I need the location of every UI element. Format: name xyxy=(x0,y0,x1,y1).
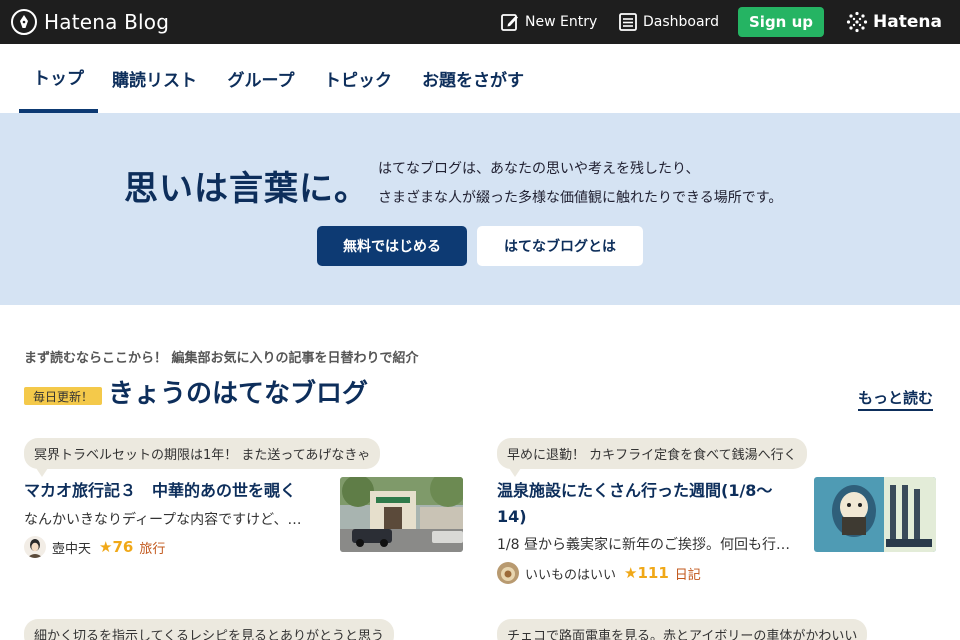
tab-subscriptions[interactable]: 購読リスト xyxy=(103,44,206,113)
editor-comment-bubble: 冥界トラベルセットの期限は1年！ また送ってあげなきゃ xyxy=(24,438,381,477)
hatena-dots-icon xyxy=(846,11,868,33)
edit-icon xyxy=(501,14,518,31)
category-label[interactable]: 日記 xyxy=(675,564,701,583)
section-subtitle: まず読むならここから！ 編集部お気に入りの記事を日替わりで紹介 xyxy=(24,351,419,366)
hero-banner: 思いは言葉に。 はてなブログは、あなたの思いや考えを残したり、 さまざまな人が綴… xyxy=(0,113,960,305)
author-avatar[interactable] xyxy=(497,562,519,584)
author-avatar[interactable] xyxy=(24,536,46,558)
article-title[interactable]: マカオ旅行記３ 中華的あの世を覗く xyxy=(24,478,324,504)
section-title: きょうのはてなブログ xyxy=(108,379,369,409)
editor-comment-bubble: 早めに退勤！ カキフライ定食を食べて銭湯へ行く xyxy=(497,438,807,477)
article-excerpt: 1/8 昼から義実家に新年のご挨拶。何回も行… xyxy=(497,537,790,553)
author-name[interactable]: 壺中天 xyxy=(52,538,91,557)
dashboard-icon xyxy=(619,13,637,31)
about-hatena-blog-button[interactable]: はてなブログとは xyxy=(477,226,643,266)
dashboard-link[interactable]: Dashboard xyxy=(618,10,719,34)
article-meta: 壺中天 ★76 旅行 xyxy=(24,535,165,559)
hatena-brand-label: Hatena xyxy=(873,12,942,32)
article-title[interactable]: 温泉施設にたくさん行った週間(1/8〜14) xyxy=(497,478,797,530)
hero-description-line: はてなブログは、あなたの思いや考えを残したり、 xyxy=(378,161,700,177)
start-free-button[interactable]: 無料ではじめる xyxy=(317,226,467,266)
hero-headline: 思いは言葉に。 xyxy=(124,169,369,209)
hero-description: はてなブログは、あなたの思いや考えを残したり、 さまざまな人が綴った多様な価値観… xyxy=(378,155,782,213)
hero-description-line: さまざまな人が綴った多様な価値観に触れたりできる場所です。 xyxy=(378,190,783,206)
article-thumbnail[interactable] xyxy=(814,477,936,552)
logo-text: Hatena Blog xyxy=(44,10,170,34)
dashboard-label: Dashboard xyxy=(643,14,719,30)
top-bar: Hatena Blog New Entry Dashboard Sign up … xyxy=(0,0,960,44)
article-thumbnail[interactable] xyxy=(340,477,463,552)
category-label[interactable]: 旅行 xyxy=(139,538,165,557)
nav-tabs: トップ 購読リスト グループ トピック お題をさがす xyxy=(0,44,960,113)
tab-find-themes[interactable]: お題をさがす xyxy=(412,44,534,113)
new-entry-label: New Entry xyxy=(525,14,598,30)
read-more-link[interactable]: もっと読む xyxy=(858,387,934,411)
pen-nib-icon xyxy=(11,9,37,35)
star-count: ★76 xyxy=(99,538,134,556)
article-meta: いいものはいい ★111 日記 xyxy=(497,561,701,585)
author-name[interactable]: いいものはいい xyxy=(525,564,616,583)
editor-comment-bubble: 細かく切るを指示してくるレシピを見るとありがとうと思う xyxy=(24,619,394,640)
tab-topics[interactable]: トピック xyxy=(316,44,400,113)
new-entry-link[interactable]: New Entry xyxy=(500,10,597,34)
star-count: ★111 xyxy=(624,564,669,582)
tab-top[interactable]: トップ xyxy=(19,44,98,113)
editor-comment-bubble: チェコで路面電車を見る。赤とアイボリーの車体がかわいい xyxy=(497,619,868,640)
hatena-brand-link[interactable]: Hatena xyxy=(846,10,942,34)
article-excerpt: なんかいきなりディープな内容ですけど、… xyxy=(24,512,302,528)
hatena-blog-logo[interactable]: Hatena Blog xyxy=(11,8,169,36)
daily-update-badge: 毎日更新！ xyxy=(24,387,102,405)
signup-button[interactable]: Sign up xyxy=(738,7,824,37)
tab-groups[interactable]: グループ xyxy=(218,44,304,113)
